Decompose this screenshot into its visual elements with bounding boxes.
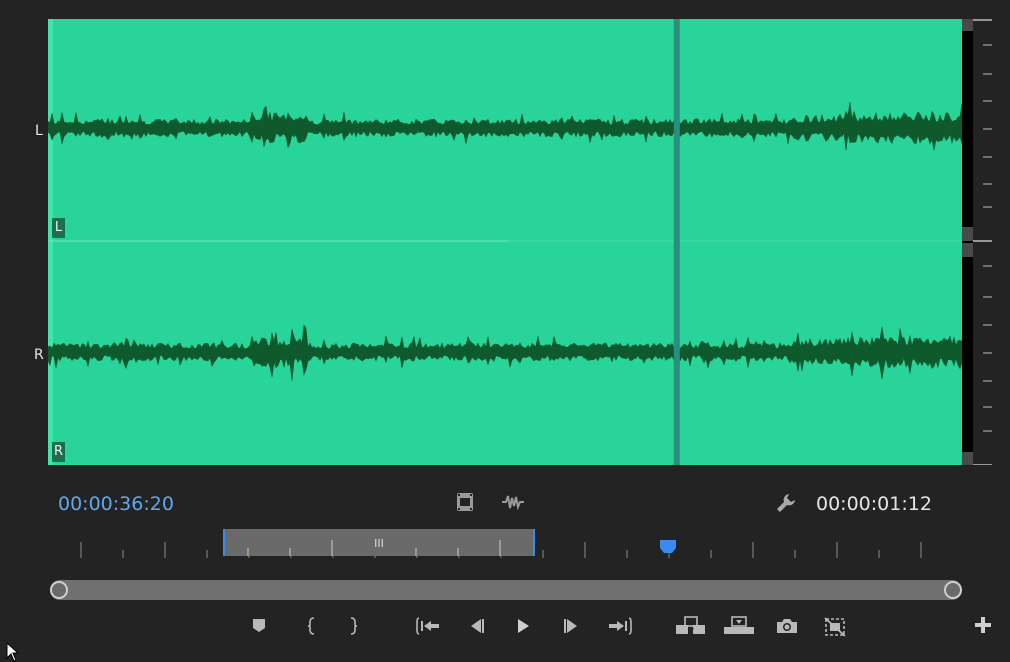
left-edge-highlight bbox=[48, 19, 53, 465]
button-editor-button[interactable] bbox=[968, 614, 998, 640]
insert-button[interactable] bbox=[674, 614, 708, 640]
proxy-icon bbox=[824, 617, 846, 637]
right-channel-label: R bbox=[34, 347, 44, 363]
audio-waveform-display[interactable]: L R bbox=[48, 19, 962, 465]
export-frame-button[interactable] bbox=[772, 614, 802, 640]
add-marker-button[interactable] bbox=[244, 614, 274, 640]
waveform-graphic bbox=[48, 19, 962, 465]
left-channel-label: L bbox=[35, 123, 43, 139]
go-to-in-button[interactable] bbox=[414, 614, 444, 640]
step-forward-button[interactable] bbox=[556, 614, 586, 640]
go-to-out-icon bbox=[609, 617, 632, 635]
zoom-end-handle[interactable] bbox=[944, 581, 962, 599]
camera-icon bbox=[777, 619, 797, 633]
zoom-start-handle[interactable] bbox=[50, 581, 68, 599]
marker-icon bbox=[253, 619, 265, 632]
left-channel-waveform bbox=[48, 102, 962, 151]
audio-level-meter bbox=[962, 19, 992, 465]
insert-icon bbox=[676, 616, 705, 634]
mouse-cursor-icon bbox=[6, 642, 20, 662]
time-ruler[interactable]: III bbox=[48, 528, 962, 562]
right-channel-waveform bbox=[48, 324, 962, 381]
step-back-button[interactable] bbox=[462, 614, 492, 640]
step-back-icon bbox=[471, 619, 484, 633]
duration-timecode[interactable]: 00:00:01:12 bbox=[816, 493, 932, 515]
film-strip-icon[interactable] bbox=[454, 492, 476, 519]
overwrite-button[interactable] bbox=[722, 614, 756, 640]
playhead-line[interactable] bbox=[673, 19, 680, 465]
right-channel-badge: R bbox=[52, 442, 65, 462]
left-channel-badge: L bbox=[52, 218, 65, 238]
go-to-in-icon bbox=[416, 617, 439, 635]
proxy-toggle-button[interactable] bbox=[820, 614, 850, 640]
range-grip-icon[interactable]: III bbox=[374, 537, 384, 550]
zoom-scroll-bar[interactable] bbox=[50, 580, 962, 600]
play-button[interactable] bbox=[508, 614, 538, 640]
mark-out-button[interactable] bbox=[339, 614, 369, 640]
step-forward-icon bbox=[564, 619, 577, 633]
current-timecode[interactable]: 00:00:36:20 bbox=[58, 493, 174, 515]
overwrite-icon bbox=[724, 616, 754, 634]
audio-waveform-icon[interactable] bbox=[500, 492, 526, 519]
mark-in-icon bbox=[307, 617, 315, 635]
play-icon bbox=[518, 619, 529, 633]
mark-out-icon bbox=[350, 617, 358, 635]
plus-icon bbox=[975, 617, 991, 633]
playhead-marker[interactable] bbox=[660, 540, 676, 553]
wrench-icon[interactable] bbox=[774, 492, 798, 521]
go-to-out-button[interactable] bbox=[604, 614, 634, 640]
mark-in-button[interactable] bbox=[296, 614, 326, 640]
